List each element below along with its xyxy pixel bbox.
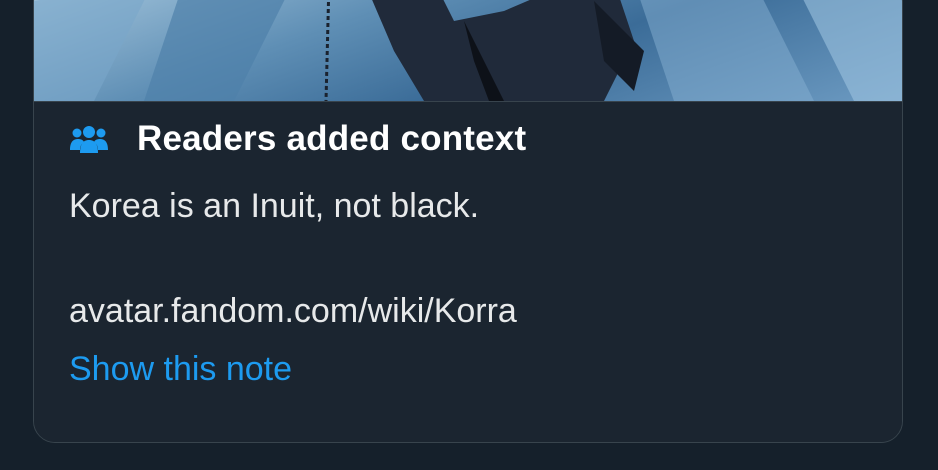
note-title: Readers added context: [137, 119, 527, 158]
note-source-link[interactable]: avatar.fandom.com/wiki/Korra: [69, 289, 517, 333]
post-image[interactable]: [34, 0, 902, 102]
note-body: Korea is an Inuit, not black.: [69, 187, 480, 225]
community-note-card: Readers added context Korea is an Inuit,…: [33, 0, 903, 443]
people-icon: [69, 124, 109, 154]
note-header: Readers added context: [69, 117, 526, 161]
community-note: Readers added context Korea is an Inuit,…: [34, 102, 902, 442]
show-this-note-link[interactable]: Show this note: [69, 347, 292, 391]
post-image-artwork: [34, 0, 902, 101]
